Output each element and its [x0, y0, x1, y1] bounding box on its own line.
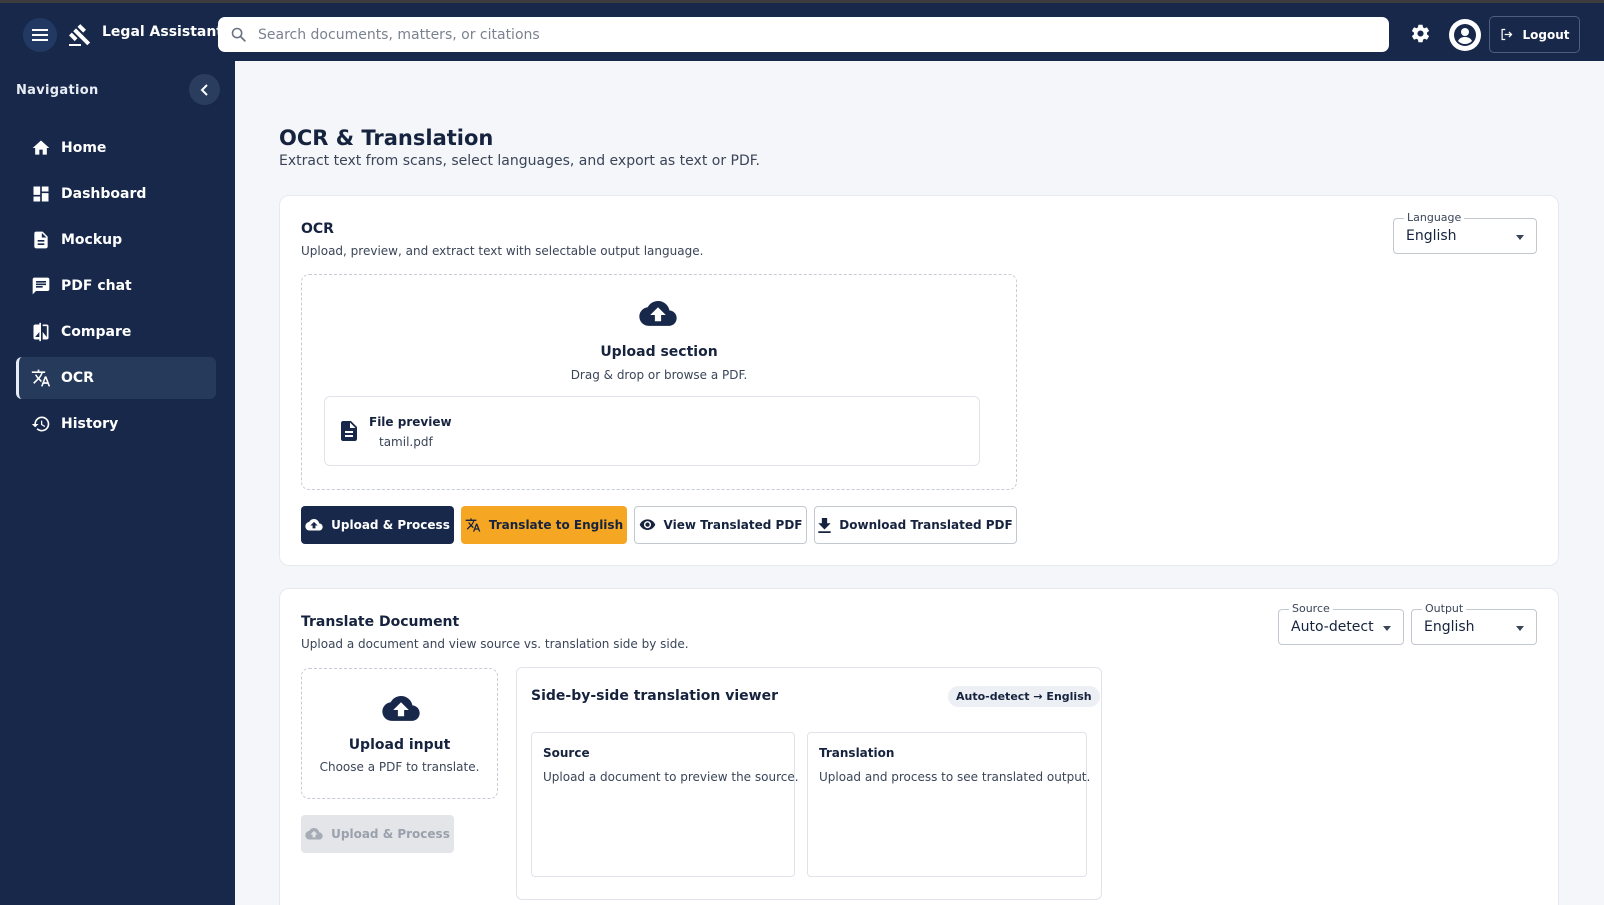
source-pane-title: Source	[543, 746, 590, 760]
dashboard-icon	[33, 186, 49, 202]
language-pair-badge: Auto-detect → English	[948, 686, 1100, 707]
sidebar-item-label: PDF chat	[61, 278, 132, 294]
translate-icon	[31, 369, 51, 387]
sidebar-item-dashboard[interactable]: Dashboard	[16, 173, 216, 215]
history-icon	[31, 416, 50, 432]
sidebar-item-mockup[interactable]: Mockup	[16, 219, 216, 261]
app-name[interactable]: Legal Assistant	[102, 24, 223, 40]
page-subtitle: Extract text from scans, select language…	[279, 153, 761, 169]
ocr-upload-title: Upload section	[600, 344, 718, 360]
output-value: English	[1424, 619, 1475, 635]
translate-to-english-button[interactable]: Translate to English	[461, 506, 627, 544]
language-select[interactable]: Language English	[1393, 211, 1537, 254]
home-icon	[32, 140, 50, 155]
logout-button[interactable]: Logout	[1489, 16, 1580, 53]
translate-title: Translate Document	[301, 614, 460, 630]
menu-icon	[32, 29, 48, 41]
source-language-select[interactable]: Source Auto-detect	[1278, 602, 1404, 645]
viewer-title: Side-by-side translation viewer	[531, 688, 778, 704]
cloud-upload-icon	[639, 301, 677, 326]
ocr-upload-subtitle: Drag & drop or browse a PDF.	[570, 368, 748, 382]
sidebar-item-label: History	[61, 416, 119, 432]
translation-pane-title: Translation	[819, 746, 895, 760]
upload-process-button[interactable]: Upload & Process	[301, 506, 454, 544]
compare-icon	[33, 322, 49, 342]
logout-label: Logout	[1522, 27, 1570, 42]
logout-icon	[1501, 28, 1513, 41]
sidebar-item-pdf-chat[interactable]: PDF chat	[16, 265, 216, 307]
download-pdf-label: Download Translated PDF	[839, 518, 1013, 532]
cloud-upload-icon	[382, 696, 420, 721]
output-language-select[interactable]: Output English	[1411, 602, 1537, 645]
search-bar[interactable]	[218, 17, 1389, 52]
translate-upload-subtitle: Choose a PDF to translate.	[319, 760, 480, 774]
gear-icon[interactable]	[1410, 23, 1431, 44]
source-value: Auto-detect	[1291, 619, 1374, 635]
page-title: OCR & Translation	[279, 126, 494, 150]
cloud-upload-icon	[305, 518, 323, 531]
file-preview: File preview tamil.pdf	[324, 396, 980, 466]
caret-down-icon	[1383, 626, 1391, 631]
search-icon	[231, 27, 246, 42]
translation-viewer: Side-by-side translation viewer Auto-det…	[516, 667, 1102, 900]
ocr-card: OCR Upload, preview, and extract text wi…	[279, 195, 1559, 566]
language-label: Language	[1404, 211, 1465, 224]
sidebar-item-ocr[interactable]: OCR	[16, 357, 216, 399]
language-value: English	[1406, 228, 1457, 244]
account-icon[interactable]	[1449, 19, 1481, 51]
document-icon	[341, 421, 357, 441]
view-translated-pdf-button[interactable]: View Translated PDF	[634, 506, 807, 544]
ocr-dropzone[interactable]: Upload section Drag & drop or browse a P…	[301, 274, 1017, 490]
file-name: tamil.pdf	[379, 435, 433, 449]
view-pdf-label: View Translated PDF	[663, 518, 803, 532]
translate-upload-title: Upload input	[348, 737, 451, 753]
download-translated-pdf-button[interactable]: Download Translated PDF	[814, 506, 1017, 544]
source-pane: Source Upload a document to preview the …	[531, 732, 799, 877]
sidebar-item-label: Home	[61, 140, 107, 156]
ocr-title: OCR	[301, 221, 334, 237]
source-pane-text: Upload a document to preview the source.	[543, 770, 799, 784]
translate-upload-process-label: Upload & Process	[331, 827, 450, 841]
gavel-icon	[69, 24, 91, 46]
translation-pane-text: Upload and process to see translated out…	[819, 770, 1091, 784]
sidebar-item-label: Dashboard	[61, 186, 147, 202]
output-label: Output	[1422, 602, 1467, 615]
translate-subtitle: Upload a document and view source vs. tr…	[301, 637, 689, 651]
file-preview-title: File preview	[369, 415, 452, 429]
download-icon	[818, 517, 831, 533]
ocr-subtitle: Upload, preview, and extract text with s…	[301, 244, 704, 258]
search-input[interactable]	[258, 17, 1358, 52]
collapse-sidebar-button[interactable]	[189, 74, 220, 105]
source-label: Source	[1289, 602, 1333, 615]
sidebar: Navigation Home Dashboard Mockup PDF cha…	[0, 61, 235, 905]
upload-process-label: Upload & Process	[331, 518, 450, 532]
translation-pane: Translation Upload and process to see tr…	[807, 732, 1091, 877]
sidebar-item-label: Compare	[61, 324, 132, 340]
sidebar-item-home[interactable]: Home	[16, 127, 216, 169]
document-icon	[34, 231, 48, 249]
caret-down-icon	[1516, 235, 1524, 240]
top-bar: Legal Assistant Logout	[0, 0, 1604, 61]
eye-icon	[639, 519, 655, 530]
sidebar-item-label: OCR	[61, 370, 94, 386]
chevron-left-icon	[200, 83, 208, 96]
cloud-upload-icon	[305, 827, 323, 840]
sidebar-title: Navigation	[16, 83, 99, 98]
sidebar-item-label: Mockup	[61, 232, 123, 248]
sidebar-item-compare[interactable]: Compare	[16, 311, 216, 353]
translate-label: Translate to English	[488, 518, 624, 532]
translate-upload-process-button[interactable]: Upload & Process	[301, 815, 454, 853]
translate-dropzone[interactable]: Upload input Choose a PDF to translate.	[301, 668, 498, 799]
translate-icon	[465, 518, 481, 532]
menu-button[interactable]	[23, 18, 57, 52]
sidebar-item-history[interactable]: History	[16, 403, 216, 445]
caret-down-icon	[1516, 626, 1524, 631]
chat-icon	[32, 277, 50, 295]
